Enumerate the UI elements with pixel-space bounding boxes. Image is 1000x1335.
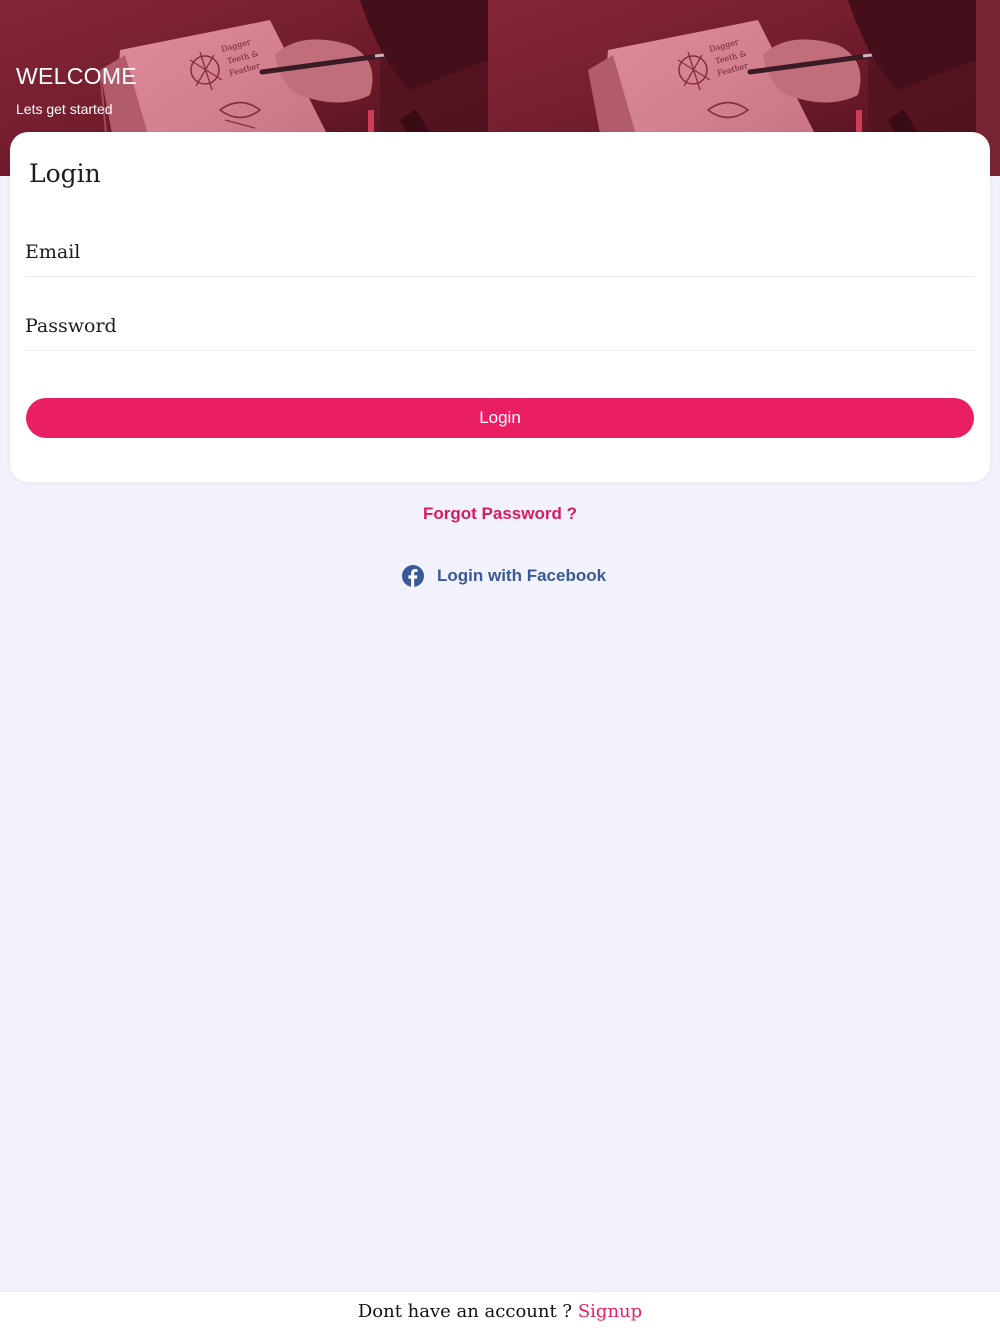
facebook-login-label: Login with Facebook xyxy=(437,566,607,585)
welcome-title: WELCOME xyxy=(16,63,137,89)
login-card: Login Login xyxy=(10,132,990,482)
email-input[interactable] xyxy=(25,228,975,276)
signup-prompt: Dont have an account ? xyxy=(357,1301,573,1322)
forgot-password-link[interactable]: Forgot Password ? xyxy=(0,504,1000,524)
welcome-subtitle: Lets get started xyxy=(16,101,113,117)
facebook-login-button[interactable]: Login with Facebook xyxy=(402,564,606,588)
email-field-wrapper xyxy=(25,228,975,277)
login-button[interactable]: Login xyxy=(26,398,974,438)
facebook-icon xyxy=(402,565,424,587)
login-card-title: Login xyxy=(29,159,101,188)
password-field-wrapper xyxy=(25,302,975,351)
signup-footer: Dont have an account ? Signup xyxy=(0,1291,1000,1335)
signup-link[interactable]: Signup xyxy=(578,1301,642,1322)
password-input[interactable] xyxy=(25,302,975,350)
